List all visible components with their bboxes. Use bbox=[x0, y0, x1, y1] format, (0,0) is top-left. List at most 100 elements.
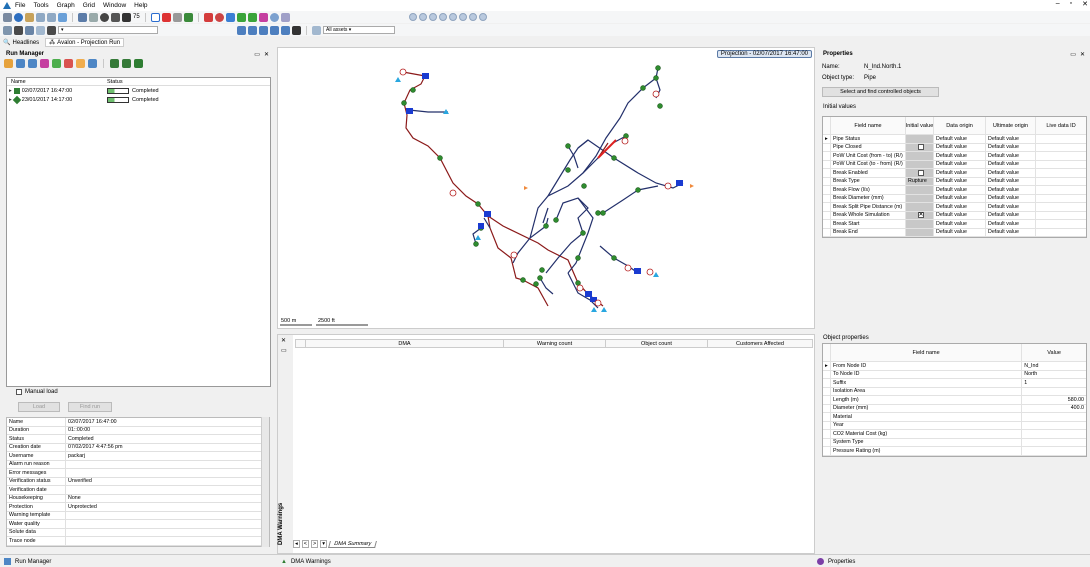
column-status[interactable]: Status bbox=[107, 79, 123, 85]
statusbar-properties[interactable]: Properties bbox=[817, 557, 855, 566]
playback-button-5[interactable] bbox=[448, 13, 457, 21]
next-tab-icon[interactable]: > bbox=[310, 540, 319, 548]
menu-window[interactable]: Window bbox=[103, 2, 126, 9]
load-button[interactable]: Load bbox=[18, 402, 60, 412]
edit-icon[interactable] bbox=[36, 25, 45, 35]
run-row[interactable]: ▸ 23/01/2017 14:17:00 Completed bbox=[7, 95, 270, 104]
node[interactable] bbox=[611, 255, 617, 261]
tab-projection-run[interactable]: ⁂ Avalon - Projection Run bbox=[45, 38, 125, 47]
prev-tab-icon[interactable]: < bbox=[301, 540, 309, 548]
column-ultimate-origin[interactable]: Ultimate origin bbox=[986, 117, 1036, 134]
object-property-row[interactable]: Pressure Rating (m) bbox=[823, 447, 1086, 456]
valve[interactable] bbox=[624, 264, 632, 272]
pipe[interactable] bbox=[408, 109, 448, 113]
help-icon[interactable] bbox=[269, 12, 279, 22]
node[interactable] bbox=[410, 87, 416, 93]
detail-value[interactable]: Completed bbox=[66, 435, 269, 443]
detail-value[interactable]: packarj bbox=[66, 452, 269, 460]
valve[interactable] bbox=[510, 251, 518, 259]
menu-help[interactable]: Help bbox=[134, 2, 147, 9]
warning-icon[interactable] bbox=[76, 59, 85, 68]
node[interactable] bbox=[600, 210, 606, 216]
detail-row[interactable]: Error messages bbox=[7, 469, 269, 478]
node[interactable] bbox=[475, 201, 481, 207]
valve[interactable] bbox=[449, 189, 457, 197]
node[interactable] bbox=[437, 155, 443, 161]
last-tab-icon[interactable]: ▾ bbox=[320, 540, 327, 548]
initial-value-row[interactable]: Break Type Rupture Default value Default va… bbox=[823, 177, 1086, 186]
initial-value[interactable] bbox=[906, 143, 934, 151]
reservoir[interactable] bbox=[484, 211, 491, 217]
valve[interactable] bbox=[594, 299, 602, 307]
maximize-icon[interactable]: ▫ bbox=[1070, 0, 1072, 8]
network-diagram[interactable] bbox=[278, 48, 814, 328]
layout-3-icon[interactable] bbox=[259, 25, 268, 35]
column-field-name[interactable]: Field name bbox=[831, 117, 906, 134]
initial-value[interactable] bbox=[906, 194, 934, 202]
cut-icon[interactable] bbox=[172, 12, 182, 22]
pipe[interactable] bbox=[512, 217, 549, 264]
detail-value[interactable] bbox=[66, 461, 269, 469]
field-value[interactable]: North bbox=[1022, 371, 1086, 379]
node[interactable] bbox=[655, 65, 661, 71]
node[interactable] bbox=[539, 267, 545, 273]
minimize-icon[interactable]: – bbox=[1056, 0, 1060, 8]
reservoir[interactable] bbox=[478, 223, 484, 229]
menu-graph[interactable]: Graph bbox=[57, 2, 75, 9]
check-icon[interactable] bbox=[258, 12, 268, 22]
check-icon[interactable] bbox=[40, 59, 49, 68]
statusbar-dma-warnings[interactable]: ▲ DMA Warnings bbox=[281, 557, 331, 566]
save-icon[interactable] bbox=[110, 59, 119, 68]
layout-4-icon[interactable] bbox=[270, 25, 279, 35]
manual-load-option[interactable]: Manual load bbox=[16, 389, 58, 395]
detail-row[interactable]: Verification status Unverified bbox=[7, 477, 269, 486]
field-value[interactable]: N_Ind bbox=[1022, 362, 1086, 370]
detail-value[interactable] bbox=[66, 469, 269, 477]
pen-icon[interactable] bbox=[47, 25, 56, 35]
refresh-icon[interactable] bbox=[134, 59, 143, 68]
detail-row[interactable]: Duration 01::00:00 bbox=[7, 426, 269, 435]
compass-icon[interactable] bbox=[111, 12, 120, 22]
play-icon[interactable] bbox=[225, 12, 235, 22]
hydrant[interactable] bbox=[653, 272, 659, 277]
hydrant[interactable] bbox=[601, 307, 607, 312]
run-row[interactable]: ▸ 02/07/2017 16:47:00 Completed bbox=[7, 86, 270, 95]
node[interactable] bbox=[565, 167, 571, 173]
initial-value-row[interactable]: PoW Unit Cost (to - from) (R/) Default va… bbox=[823, 160, 1086, 169]
object-property-row[interactable]: Material bbox=[823, 413, 1086, 422]
node[interactable] bbox=[611, 155, 617, 161]
detail-row[interactable]: Trace node bbox=[7, 537, 269, 546]
play-icon[interactable] bbox=[52, 59, 61, 68]
run-icon[interactable] bbox=[247, 12, 257, 22]
object-property-row[interactable]: Suffix 1 bbox=[823, 379, 1086, 388]
detail-value[interactable]: 01::00:00 bbox=[66, 427, 269, 435]
hydrant[interactable] bbox=[591, 307, 597, 312]
globe-icon[interactable] bbox=[14, 12, 23, 22]
node[interactable] bbox=[537, 275, 543, 281]
detail-value[interactable]: Unverified bbox=[66, 478, 269, 486]
detail-row[interactable]: Housekeeping None bbox=[7, 494, 269, 503]
reservoir[interactable] bbox=[422, 73, 429, 79]
valve[interactable] bbox=[399, 68, 407, 76]
column-name[interactable]: Name bbox=[7, 79, 107, 85]
find-run-button[interactable]: Find run bbox=[68, 402, 112, 412]
zoom-level[interactable]: 75 bbox=[133, 14, 140, 20]
detail-value[interactable] bbox=[66, 512, 269, 520]
export-icon[interactable] bbox=[122, 59, 131, 68]
pin-icon[interactable]: ▭ bbox=[254, 51, 260, 58]
zoom-in-icon[interactable] bbox=[36, 12, 45, 22]
new-icon[interactable] bbox=[3, 12, 12, 22]
detail-row[interactable]: Status Completed bbox=[7, 435, 269, 444]
object-property-row[interactable]: CO2 Material Cost (kg) bbox=[823, 430, 1086, 439]
initial-value-row[interactable]: PoW Unit Cost (from - to) (R/) Default va… bbox=[823, 152, 1086, 161]
close-icon[interactable]: ✕ bbox=[281, 337, 286, 344]
pipe[interactable] bbox=[539, 277, 554, 295]
pipe[interactable] bbox=[602, 185, 659, 214]
detail-value[interactable]: Unprotected bbox=[66, 503, 269, 511]
menu-grid[interactable]: Grid bbox=[83, 2, 95, 9]
close-icon[interactable]: ✕ bbox=[264, 51, 269, 58]
node[interactable] bbox=[595, 210, 601, 216]
field-value[interactable]: 1 bbox=[1022, 379, 1086, 387]
initial-value-row[interactable]: Break Enabled Default value Default value bbox=[823, 169, 1086, 178]
node[interactable] bbox=[473, 241, 479, 247]
